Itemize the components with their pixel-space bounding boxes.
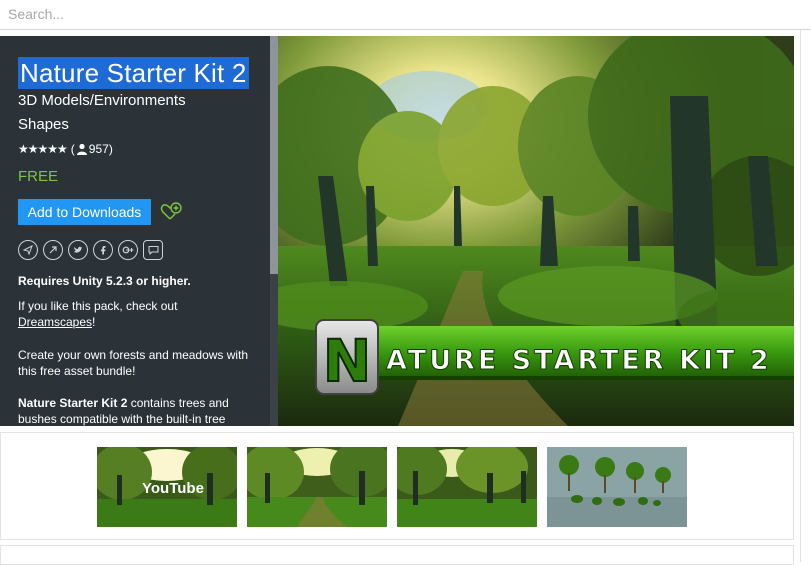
search-bar: [0, 0, 811, 30]
asset-subcategory-link[interactable]: Shapes: [18, 116, 69, 133]
link-icon[interactable]: [43, 240, 63, 260]
check-out-text: If you like this pack, check out: [18, 299, 178, 313]
asset-title: Nature Starter Kit 2: [18, 57, 249, 89]
thumbnail-video[interactable]: YouTube: [97, 447, 237, 527]
kit-name: Nature Starter Kit 2: [18, 396, 128, 410]
share-icon[interactable]: [18, 240, 38, 260]
wishlist-add-icon[interactable]: [160, 200, 182, 222]
rating[interactable]: ★★★★★ ( 957): [18, 142, 113, 156]
facebook-icon[interactable]: [93, 240, 113, 260]
rating-open-paren: (: [70, 142, 75, 156]
thumbnail-tree-models-image: [547, 447, 687, 527]
twitter-icon[interactable]: [68, 240, 88, 260]
rating-count: 957): [88, 142, 113, 156]
forest-scene-image: N ATURE STARTER KIT 2: [278, 36, 794, 426]
banner-letter: N: [323, 327, 372, 395]
kit-description: Nature Starter Kit 2 contains trees and …: [18, 395, 263, 427]
scrollbar-thumb[interactable]: [270, 36, 278, 274]
bottom-section: [0, 545, 794, 565]
page-divider: [800, 30, 801, 562]
banner-text: ATURE STARTER KIT 2: [386, 345, 772, 376]
asset-category-link[interactable]: 3D Models/Environments: [18, 92, 186, 109]
thumbnail-tree-models[interactable]: [547, 447, 687, 527]
rating-stars: ★★★★★: [18, 142, 68, 156]
comment-icon[interactable]: [143, 240, 163, 260]
requirement-text: Requires Unity 5.2.3 or higher.: [18, 274, 191, 288]
add-to-downloads-button[interactable]: Add to Downloads: [18, 199, 151, 225]
social-share-row: [18, 240, 163, 260]
link-suffix: !: [92, 315, 96, 329]
info-panel-scrollbar[interactable]: [270, 36, 278, 426]
promo-text: If you like this pack, check out Dreamsc…: [18, 298, 263, 330]
search-input[interactable]: [0, 0, 811, 28]
thumbnail-forest-path-image: [247, 447, 387, 527]
hero-image[interactable]: N ATURE STARTER KIT 2: [278, 36, 794, 426]
thumbnail-forest-trees[interactable]: [397, 447, 537, 527]
dreamscapes-link[interactable]: Dreamscapes: [18, 315, 92, 329]
user-icon: [76, 143, 87, 155]
thumbnail-video-image: YouTube: [97, 447, 237, 527]
asset-price: FREE: [18, 168, 59, 185]
thumbnail-forest-trees-image: [397, 447, 537, 527]
thumbnail-forest-path[interactable]: [247, 447, 387, 527]
google-plus-icon[interactable]: [118, 240, 138, 260]
youtube-logo: YouTube: [142, 480, 204, 497]
create-text: Create your own forests and meadows with…: [18, 348, 249, 378]
